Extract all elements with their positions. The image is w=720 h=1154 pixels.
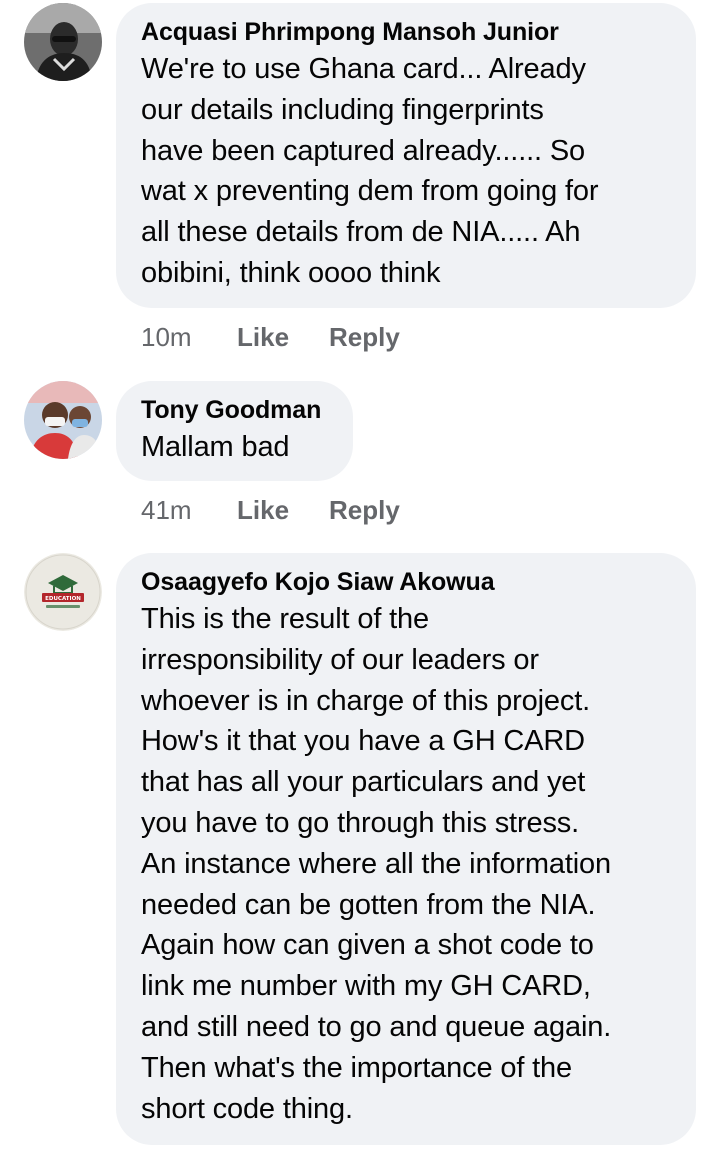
comment-timestamp[interactable]: 41m	[141, 495, 237, 526]
comment-text: This is the result of the irresponsibili…	[141, 603, 612, 1125]
avatar[interactable]	[24, 381, 102, 459]
comment-author[interactable]: Tony Goodman	[141, 395, 329, 425]
comment-author[interactable]: Osaagyefo Kojo Siaw Akowua	[141, 567, 672, 597]
profile-photo-man-icon	[24, 3, 102, 81]
comment-text: Mallam bad	[141, 431, 290, 463]
logo-text: EDUCATION	[45, 596, 81, 602]
comment-bubble: Tony Goodman Mallam bad	[116, 381, 353, 481]
avatar[interactable]: EDUCATION	[24, 553, 102, 631]
education-logo-icon: EDUCATION	[24, 553, 102, 631]
like-button[interactable]: Like	[237, 322, 329, 353]
comment-text: We're to use Ghana card... Already our d…	[141, 53, 599, 289]
profile-photo-masked-men-icon	[24, 381, 102, 459]
reply-button[interactable]: Reply	[329, 322, 400, 353]
reply-button[interactable]: Reply	[329, 495, 400, 526]
avatar[interactable]	[24, 3, 102, 81]
comment-bubble: Osaagyefo Kojo Siaw Akowua This is the r…	[116, 553, 696, 1145]
comment-actions: 41m Like Reply	[141, 495, 400, 526]
comment-bubble: Acquasi Phrimpong Mansoh Junior We're to…	[116, 3, 696, 308]
comment-timestamp[interactable]: 10m	[141, 322, 237, 353]
comment-author[interactable]: Acquasi Phrimpong Mansoh Junior	[141, 17, 672, 47]
comment-actions: 10m Like Reply	[141, 322, 400, 353]
like-button[interactable]: Like	[237, 495, 329, 526]
